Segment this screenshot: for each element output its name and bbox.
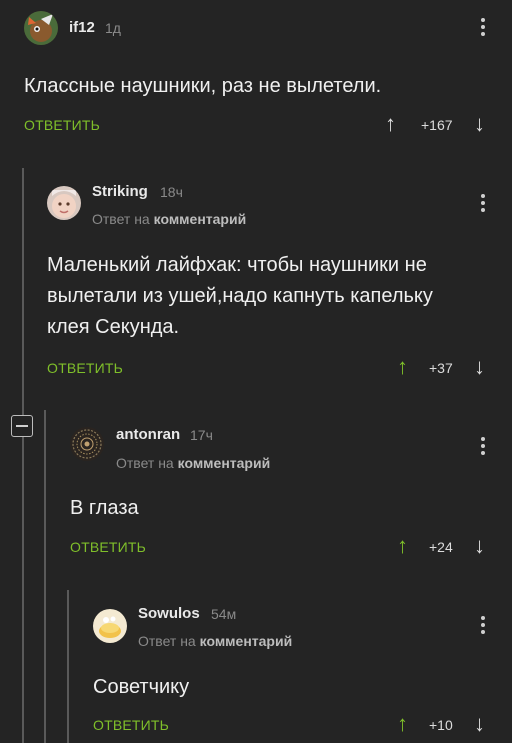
comment-username[interactable]: if12 [69, 19, 95, 36]
kebab-menu-icon[interactable] [481, 194, 485, 215]
reply-to-label: Ответ на комментарий [116, 455, 270, 471]
arrow-down-icon[interactable]: ↓ [474, 713, 485, 735]
reply-button[interactable]: ОТВЕТИТЬ [70, 539, 146, 555]
reply-button[interactable]: ОТВЕТИТЬ [47, 360, 123, 376]
reply-to-prefix: Ответ на [138, 633, 196, 649]
arrow-down-icon[interactable]: ↓ [474, 535, 485, 557]
arrow-down-icon[interactable]: ↓ [474, 113, 485, 135]
reply-to-prefix: Ответ на [92, 211, 150, 227]
comment-text: Советчику [93, 676, 190, 698]
comment-text: Классные наушники, раз не вылетели. [24, 75, 382, 97]
avatar[interactable] [70, 427, 104, 461]
comment-time: 54м [211, 606, 237, 622]
rating-count: +10 [429, 717, 453, 733]
avatar[interactable] [93, 609, 127, 643]
arrow-down-icon[interactable]: ↓ [474, 356, 485, 378]
reply-to-link[interactable]: комментарий [178, 455, 271, 471]
reply-button[interactable]: ОТВЕТИТЬ [24, 117, 100, 133]
comment-text-line: Маленький лайфхак: чтобы наушники не [47, 254, 427, 276]
avatar[interactable] [24, 11, 58, 45]
comment-time: 17ч [190, 427, 213, 443]
collapse-thread-icon[interactable] [11, 415, 33, 437]
reply-button[interactable]: ОТВЕТИТЬ [93, 717, 169, 733]
kebab-menu-icon[interactable] [481, 18, 485, 39]
rating-count: +37 [429, 360, 453, 376]
reply-to-label: Ответ на комментарий [92, 211, 246, 227]
comment-time: 18ч [160, 184, 183, 200]
kebab-menu-icon[interactable] [481, 437, 485, 458]
reply-to-label: Ответ на комментарий [138, 633, 292, 649]
comment-username[interactable]: Striking [92, 183, 148, 200]
comment-text-line: вылетали из ушей,надо капнуть капельку [47, 285, 433, 307]
comment-username[interactable]: antonran [116, 426, 180, 443]
arrow-up-icon[interactable]: ↑ [397, 713, 408, 735]
arrow-up-icon[interactable]: ↑ [397, 535, 408, 557]
comment-time: 1д [105, 20, 121, 36]
arrow-up-icon[interactable]: ↑ [397, 356, 408, 378]
comment-text: Маленький лайфхак: чтобы наушники не выл… [47, 250, 433, 343]
reply-to-link[interactable]: комментарий [200, 633, 293, 649]
rating-count: +24 [429, 539, 453, 555]
thread-line-level-3 [67, 590, 69, 743]
thread-line-level-1 [22, 168, 24, 743]
comment-username[interactable]: Sowulos [138, 605, 200, 622]
thread-line-level-2 [44, 410, 46, 743]
kebab-menu-icon[interactable] [481, 616, 485, 637]
comment-text-line: клея Секунда. [47, 316, 180, 338]
reply-to-prefix: Ответ на [116, 455, 174, 471]
comment-text: В глаза [70, 497, 139, 519]
arrow-up-icon[interactable]: ↑ [385, 113, 396, 135]
rating-count: +167 [421, 117, 453, 133]
avatar[interactable] [47, 186, 81, 220]
reply-to-link[interactable]: комментарий [154, 211, 247, 227]
